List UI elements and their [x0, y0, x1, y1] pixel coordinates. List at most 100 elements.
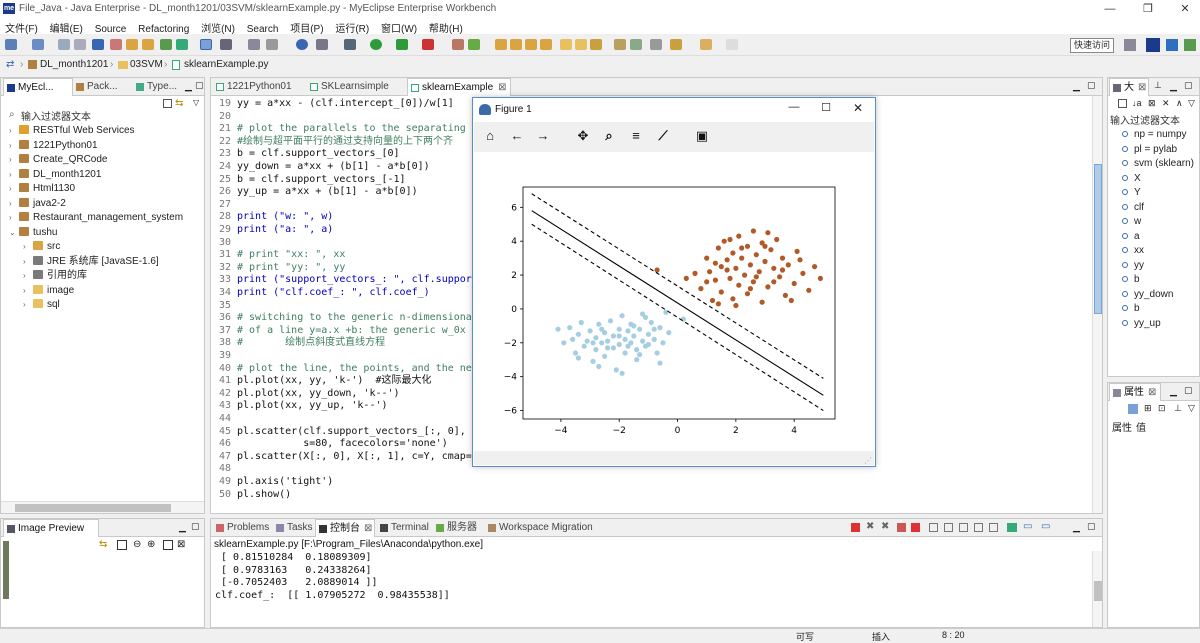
open-type-icon[interactable] — [142, 39, 154, 50]
tree-item[interactable]: › DL_month1201 — [9, 168, 101, 182]
menu-file[interactable]: 文件(F) — [0, 18, 42, 35]
server-icon[interactable] — [160, 39, 172, 50]
edit-axes-icon[interactable]: ⟋ — [655, 128, 671, 144]
tab-servers[interactable]: 服务器 — [433, 519, 485, 537]
minimize-view-icon[interactable]: ▁ — [185, 81, 192, 92]
zoom-icon[interactable]: ⌕ — [601, 128, 617, 144]
scrollbar-thumb[interactable] — [15, 504, 171, 512]
svm-scatter-chart[interactable]: −4 −2 0 2 4 −6 −4 −2 0 2 4 6 — [473, 153, 875, 452]
display-console-icon[interactable]: ▭ — [1023, 521, 1032, 532]
outline-item[interactable]: yy — [1122, 259, 1144, 274]
terminate-icon[interactable] — [851, 523, 860, 532]
tab-sklearnexample[interactable]: sklearnExample ⊠ — [407, 78, 511, 96]
print-icon[interactable] — [92, 39, 104, 50]
java-perspective-icon[interactable] — [1166, 39, 1178, 51]
explorer-filter-input[interactable]: 输入过滤器文本 — [21, 108, 91, 123]
fit-icon[interactable] — [117, 540, 127, 550]
outline-item[interactable]: xx — [1122, 244, 1144, 259]
save-all-icon[interactable] — [74, 39, 86, 50]
view-menu-icon[interactable]: ▽ — [1188, 98, 1195, 109]
maximize-view-icon[interactable]: ▢ — [1184, 385, 1193, 396]
remove-all-icon[interactable]: ✖ — [881, 521, 889, 532]
forward-nav-icon[interactable] — [726, 39, 738, 50]
pin-icon[interactable]: ⊥ — [1154, 80, 1162, 91]
tree-item[interactable]: › JRE 系统库 [JavaSE-1.6] — [23, 255, 159, 269]
pin-console-icon[interactable] — [1007, 523, 1017, 532]
open-console-icon[interactable]: ▭ — [1041, 521, 1050, 532]
tab-tasks[interactable]: Tasks — [273, 519, 315, 537]
chevron-right-icon[interactable]: › — [9, 168, 19, 182]
tab-properties[interactable]: 属性 ⊠ — [1109, 383, 1161, 401]
hide-nonpublic-icon[interactable]: ∧ — [1176, 98, 1183, 109]
minimize-view-icon[interactable]: ▁ — [1073, 522, 1080, 533]
close-preview-icon[interactable]: ⊠ — [177, 539, 185, 550]
tree-item[interactable]: › RESTful Web Services — [9, 124, 135, 138]
outline-item[interactable]: svm (sklearn) — [1122, 157, 1194, 172]
maximize-view-icon[interactable]: ▢ — [191, 521, 200, 532]
resize-grip-icon[interactable]: ⋰ — [864, 456, 872, 465]
terminal-icon[interactable] — [344, 39, 356, 50]
outline-item[interactable]: w — [1122, 215, 1141, 230]
figure-minimize-button[interactable]: — — [779, 101, 809, 113]
outline-item[interactable]: np = numpy — [1122, 128, 1187, 143]
collapse-all-icon[interactable] — [163, 99, 172, 108]
chevron-right-icon[interactable]: › — [23, 240, 33, 254]
outline-item[interactable]: pl = pylab — [1122, 143, 1177, 158]
chevron-right-icon[interactable]: › — [23, 284, 33, 298]
debug-perspective-icon[interactable] — [1184, 39, 1196, 51]
hide-fields-icon[interactable]: ⊠ — [1148, 98, 1156, 109]
debug-icon[interactable] — [110, 39, 122, 50]
filter-advanced-icon[interactable]: ⊞ — [1144, 403, 1152, 414]
interface-icon[interactable] — [540, 39, 552, 50]
class-icon[interactable] — [525, 39, 537, 50]
minimize-view-icon[interactable]: ▁ — [1170, 81, 1177, 92]
breadcrumb-folder[interactable]: 03SVM — [130, 56, 163, 74]
configure-icon[interactable]: ≡ — [628, 128, 644, 144]
view-menu-icon[interactable]: ▽ — [193, 98, 199, 107]
sync-icon[interactable]: ⇆ — [99, 539, 107, 550]
categories-icon[interactable] — [1128, 404, 1138, 414]
tab-console[interactable]: 控制台 ⊠ — [315, 519, 375, 537]
marker-icon[interactable] — [630, 39, 642, 50]
figure-close-button[interactable]: ✕ — [843, 101, 873, 115]
save-icon[interactable]: ▣ — [694, 128, 710, 144]
task-icon[interactable] — [614, 39, 626, 50]
maximize-view-icon[interactable]: ▢ — [1087, 521, 1096, 532]
search-folder-icon[interactable] — [575, 39, 587, 50]
profile-icon[interactable] — [468, 39, 480, 50]
outline-item[interactable]: X — [1122, 172, 1141, 187]
maximize-view-icon[interactable]: ▢ — [1184, 80, 1193, 91]
chevron-right-icon[interactable]: › — [9, 211, 19, 225]
menu-project[interactable]: 项目(P) — [285, 18, 327, 35]
annotation-icon[interactable] — [590, 39, 602, 50]
tab-package-explorer[interactable]: Pack... — [73, 78, 133, 96]
outline-item[interactable]: yy_up — [1122, 317, 1161, 332]
menu-navigate[interactable]: 浏览(N) — [196, 18, 239, 35]
tree-item[interactable]: › sql — [23, 298, 60, 312]
collapse-all-icon[interactable] — [1118, 99, 1127, 108]
close-tab-icon[interactable]: ⊠ — [1138, 82, 1146, 93]
pin-properties-icon[interactable]: ⊥ — [1174, 403, 1182, 414]
close-tab-icon[interactable]: ⊠ — [498, 82, 506, 93]
package-icon[interactable] — [510, 39, 522, 50]
outline-item[interactable]: a — [1122, 230, 1140, 245]
tab-myeclipse-explorer[interactable]: MyEcl... — [3, 78, 73, 96]
view-menu-icon[interactable]: ▽ — [1188, 403, 1195, 414]
next-annotation-icon[interactable] — [650, 39, 662, 50]
maximize-view-icon[interactable]: ▢ — [1087, 80, 1096, 91]
minimize-button[interactable]: — — [1095, 1, 1125, 17]
perspective-icon[interactable] — [1124, 39, 1136, 51]
word-wrap-icon[interactable] — [959, 523, 968, 532]
breadcrumb-file[interactable]: sklearnExample.py — [184, 56, 268, 74]
folder-icon[interactable] — [495, 39, 507, 50]
maximize-view-icon[interactable]: ▢ — [195, 80, 204, 91]
close-button[interactable]: ✕ — [1170, 1, 1200, 17]
external-tools-icon[interactable] — [422, 39, 434, 50]
tree-item[interactable]: ⌄ tushu — [9, 226, 57, 240]
chevron-right-icon[interactable]: › — [9, 124, 19, 138]
open-folder-icon[interactable] — [560, 39, 572, 50]
tree-item[interactable]: › image — [23, 284, 74, 298]
scrollbar-thumb[interactable] — [1094, 581, 1102, 601]
menu-help[interactable]: 帮助(H) — [424, 18, 467, 35]
run-icon[interactable] — [370, 39, 382, 50]
